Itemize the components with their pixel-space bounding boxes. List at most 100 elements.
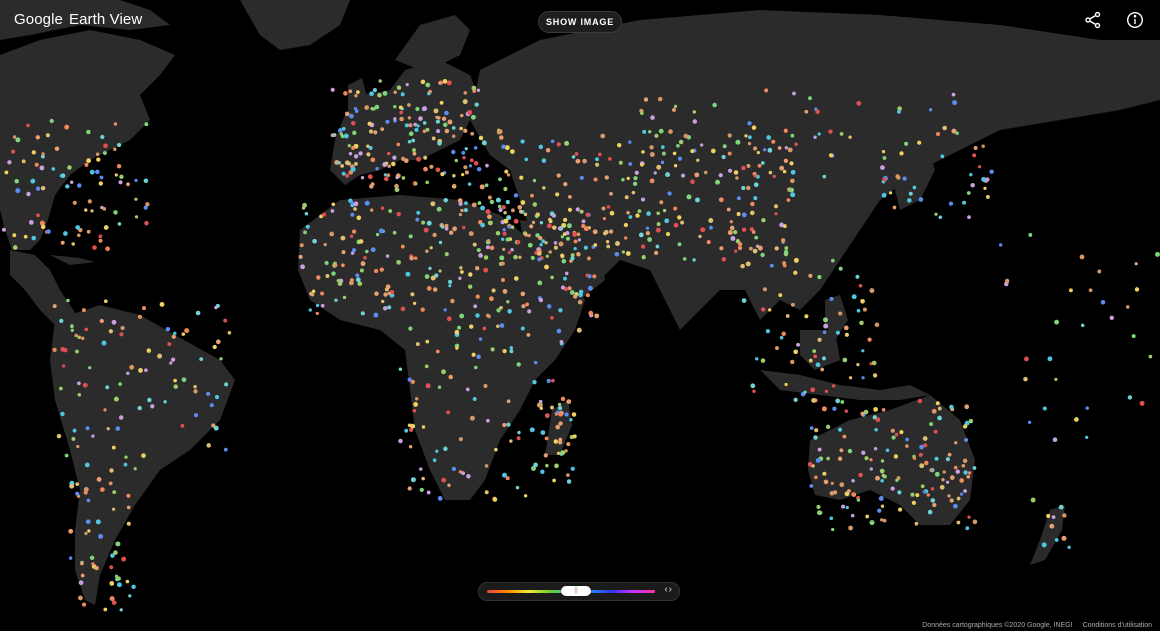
- location-dot[interactable]: [948, 201, 954, 206]
- location-dot[interactable]: [624, 236, 628, 240]
- location-dot[interactable]: [419, 487, 424, 492]
- location-dot[interactable]: [749, 210, 755, 216]
- location-dot[interactable]: [302, 202, 307, 208]
- location-dot[interactable]: [351, 248, 357, 253]
- location-dot[interactable]: [869, 288, 875, 294]
- location-dot[interactable]: [538, 235, 543, 241]
- location-dot[interactable]: [458, 437, 463, 442]
- location-dot[interactable]: [570, 256, 575, 261]
- location-dot[interactable]: [382, 91, 388, 96]
- location-dot[interactable]: [45, 133, 51, 138]
- location-dot[interactable]: [80, 561, 84, 566]
- location-dot[interactable]: [421, 425, 426, 429]
- location-dot[interactable]: [353, 154, 359, 159]
- location-dot[interactable]: [515, 485, 520, 490]
- location-dot[interactable]: [949, 475, 955, 480]
- location-dot[interactable]: [557, 402, 562, 407]
- location-dot[interactable]: [500, 277, 506, 283]
- location-dot[interactable]: [737, 241, 743, 247]
- location-dot[interactable]: [342, 295, 347, 300]
- location-dot[interactable]: [683, 133, 689, 139]
- location-dot[interactable]: [423, 166, 428, 172]
- location-dot[interactable]: [893, 454, 899, 459]
- location-dot[interactable]: [899, 430, 904, 435]
- location-dot[interactable]: [569, 418, 573, 422]
- location-dot[interactable]: [861, 349, 865, 353]
- location-dot[interactable]: [451, 149, 456, 155]
- location-dot[interactable]: [745, 261, 751, 267]
- location-dot[interactable]: [509, 349, 514, 354]
- location-dot[interactable]: [539, 406, 544, 411]
- location-dot[interactable]: [718, 197, 724, 203]
- location-dot[interactable]: [502, 472, 507, 478]
- location-dot[interactable]: [365, 249, 369, 254]
- slider-thumb[interactable]: ||: [561, 586, 592, 596]
- location-dot[interactable]: [560, 285, 566, 290]
- location-dot[interactable]: [15, 188, 21, 194]
- location-dot[interactable]: [134, 215, 139, 219]
- location-dot[interactable]: [444, 223, 449, 228]
- location-dot[interactable]: [533, 462, 538, 468]
- location-dot[interactable]: [597, 152, 602, 157]
- location-dot[interactable]: [54, 146, 60, 151]
- location-dot[interactable]: [341, 171, 346, 176]
- location-dot[interactable]: [96, 157, 101, 162]
- location-dot[interactable]: [368, 129, 374, 134]
- location-dot[interactable]: [502, 348, 507, 354]
- location-dot[interactable]: [1041, 542, 1047, 548]
- location-dot[interactable]: [502, 422, 507, 428]
- location-dot[interactable]: [146, 348, 152, 353]
- location-dot[interactable]: [385, 254, 390, 258]
- location-dot[interactable]: [858, 472, 863, 478]
- location-dot[interactable]: [558, 421, 563, 426]
- location-dot[interactable]: [383, 176, 389, 182]
- location-dot[interactable]: [793, 257, 799, 263]
- location-dot[interactable]: [388, 209, 393, 213]
- location-dot[interactable]: [784, 382, 788, 387]
- location-dot[interactable]: [446, 410, 451, 415]
- location-dot[interactable]: [555, 192, 560, 197]
- location-dot[interactable]: [808, 273, 813, 278]
- location-dot[interactable]: [439, 100, 444, 105]
- location-dot[interactable]: [803, 390, 807, 394]
- location-dot[interactable]: [790, 192, 796, 198]
- location-dot[interactable]: [462, 225, 466, 230]
- location-dot[interactable]: [761, 307, 766, 312]
- location-dot[interactable]: [790, 302, 795, 307]
- location-dot[interactable]: [115, 426, 121, 431]
- location-dot[interactable]: [1027, 420, 1032, 425]
- location-dot[interactable]: [393, 117, 397, 121]
- location-dot[interactable]: [566, 479, 572, 484]
- location-dot[interactable]: [350, 166, 356, 172]
- location-dot[interactable]: [815, 458, 821, 463]
- location-dot[interactable]: [588, 310, 594, 316]
- location-dot[interactable]: [953, 503, 958, 509]
- location-dot[interactable]: [430, 275, 436, 281]
- location-dot[interactable]: [11, 149, 16, 154]
- location-dot[interactable]: [628, 162, 633, 166]
- location-dot[interactable]: [554, 463, 559, 469]
- location-dot[interactable]: [144, 368, 148, 372]
- location-dot[interactable]: [89, 555, 95, 561]
- location-dot[interactable]: [415, 106, 420, 112]
- location-dot[interactable]: [973, 146, 978, 150]
- location-dot[interactable]: [370, 107, 374, 111]
- location-dot[interactable]: [546, 378, 551, 383]
- location-dot[interactable]: [467, 182, 472, 186]
- location-dot[interactable]: [542, 186, 546, 190]
- location-dot[interactable]: [566, 399, 572, 405]
- location-dot[interactable]: [455, 346, 459, 350]
- location-dot[interactable]: [813, 135, 817, 139]
- location-dot[interactable]: [422, 121, 427, 125]
- location-dot[interactable]: [1085, 406, 1089, 410]
- location-dot[interactable]: [462, 155, 466, 160]
- location-dot[interactable]: [458, 212, 463, 217]
- location-dot[interactable]: [879, 468, 885, 474]
- location-dot[interactable]: [484, 490, 489, 495]
- location-dot[interactable]: [67, 165, 72, 170]
- location-dot[interactable]: [103, 408, 107, 412]
- location-dot[interactable]: [895, 478, 899, 482]
- location-dot[interactable]: [550, 275, 554, 280]
- location-dot[interactable]: [781, 238, 786, 243]
- location-dot[interactable]: [829, 491, 835, 496]
